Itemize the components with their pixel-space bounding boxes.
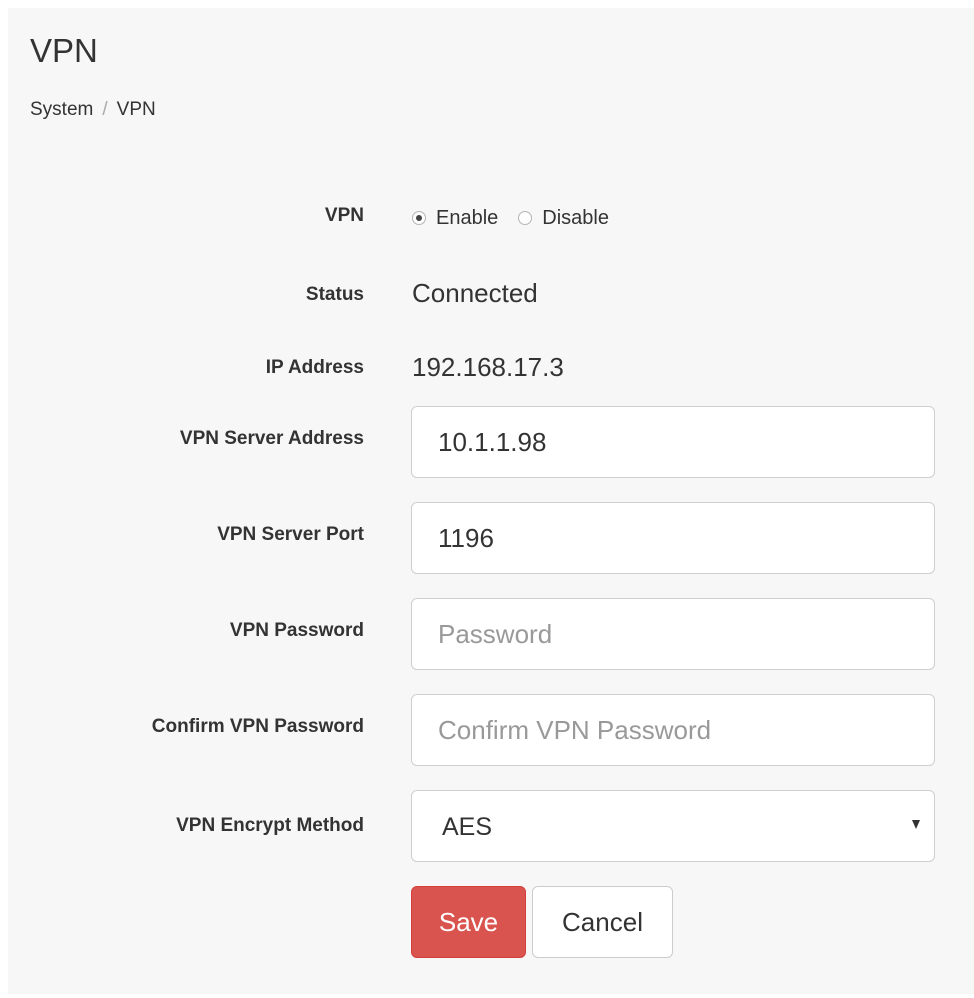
- vpn-enable-label: Enable: [436, 207, 499, 229]
- ip-address-label: IP Address: [265, 357, 364, 378]
- breadcrumb-separator: /: [102, 99, 108, 120]
- breadcrumb-item-system[interactable]: System: [30, 99, 93, 120]
- server-port-input[interactable]: [411, 502, 935, 574]
- vpn-radio-group: Enable Disable: [412, 208, 629, 228]
- encrypt-method-value: AES: [442, 813, 493, 841]
- vpn-settings-panel: VPN System / VPN VPN Enable Disable Status…: [8, 8, 974, 994]
- encrypt-method-label: VPN Encrypt Method: [176, 815, 364, 836]
- breadcrumb-item-vpn: VPN: [116, 99, 156, 120]
- password-label: VPN Password: [229, 620, 364, 641]
- confirm-password-label: Confirm VPN Password: [151, 716, 364, 737]
- ip-address-value: 192.168.17.3: [412, 352, 564, 382]
- vpn-label: VPN: [324, 205, 364, 226]
- page-title: VPN: [30, 32, 98, 69]
- vpn-enable-radio[interactable]: [412, 211, 426, 225]
- status-label: Status: [305, 284, 364, 305]
- server-port-label: VPN Server Port: [217, 524, 364, 545]
- chevron-down-icon: [912, 820, 920, 829]
- confirm-password-input[interactable]: [411, 694, 935, 766]
- status-value: Connected: [412, 278, 538, 308]
- vpn-disable-radio[interactable]: [518, 211, 533, 225]
- breadcrumb: System / VPN: [30, 100, 156, 119]
- vpn-disable-label: Disable: [542, 207, 609, 229]
- server-address-label: VPN Server Address: [179, 428, 364, 449]
- vpn-enable-option[interactable]: Enable: [412, 208, 498, 228]
- encrypt-method-select[interactable]: AES: [411, 790, 935, 862]
- password-input[interactable]: [411, 598, 935, 670]
- vpn-disable-option[interactable]: Disable: [518, 208, 609, 228]
- cancel-button[interactable]: Cancel: [532, 886, 673, 958]
- save-button[interactable]: Save: [411, 886, 526, 958]
- server-address-input[interactable]: [411, 406, 935, 478]
